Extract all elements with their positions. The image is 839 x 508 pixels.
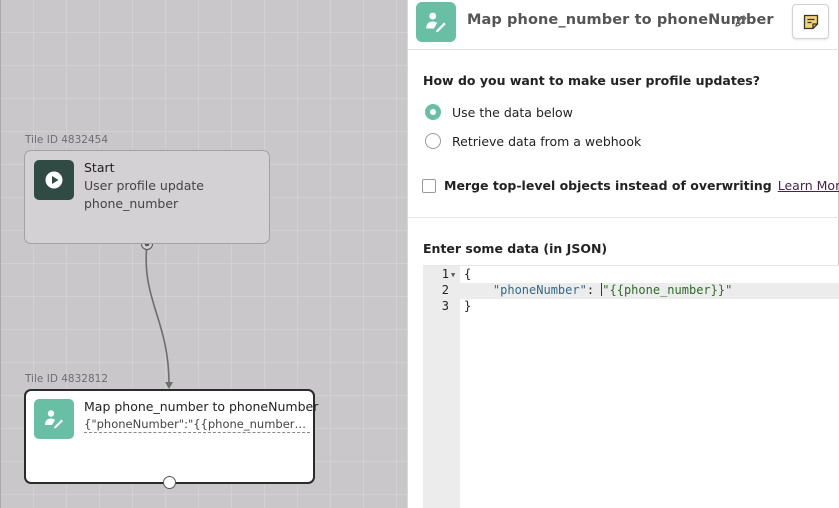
start-tile-attribute: phone_number [84,196,179,211]
map-tile[interactable]: Map phone_number to phoneNumber {"phoneN… [24,389,319,484]
notes-button[interactable] [792,4,829,39]
radio-button[interactable] [425,133,441,149]
code-text: { [464,267,472,281]
code-line-active[interactable]: 2 "phoneNumber": "{{phone_number}}" [423,283,839,299]
json-colon: : [586,283,602,297]
merge-checkbox-label[interactable]: Merge top-level objects instead of overw… [444,178,772,193]
json-code-editor[interactable]: 1 ▼ { 2 "phoneNumber": "{{phone_number}}… [423,265,839,508]
play-icon [34,160,74,200]
section-divider [408,217,839,218]
user-edit-icon [416,2,456,42]
merge-option-row: Merge top-level objects instead of overw… [422,178,839,193]
user-edit-icon [34,399,74,439]
merge-checkbox[interactable] [422,178,436,193]
panel-title[interactable]: Map phone_number to phoneNumber [467,12,774,28]
code-line[interactable]: 1 ▼ { [423,267,839,283]
radio-retrieve-webhook[interactable]: Retrieve data from a webhook [425,133,641,149]
update-method-question: How do you want to make user profile upd… [423,73,760,88]
radio-label: Use the data below [452,104,573,120]
radio-label: Retrieve data from a webhook [452,133,642,149]
workflow-canvas[interactable]: Tile ID 4832454 Start User profile updat… [0,0,407,508]
line-number: 2 [441,283,449,297]
connector-arrowhead [165,382,173,389]
start-tile-title: Start [84,160,115,175]
radio-button-selected[interactable] [425,104,441,120]
pencil-icon[interactable] [733,13,749,29]
map-tile-preview: {"phoneNumber":"{{phone_number}}"} [84,417,310,433]
learn-more-link[interactable]: Learn More [778,178,839,193]
connector-line [145,243,170,385]
fold-arrow-icon[interactable]: ▼ [451,271,455,279]
radio-use-data-below[interactable]: Use the data below [425,104,573,120]
code-text: "phoneNumber": "{{phone_number}}" [464,283,732,297]
properties-panel: Map phone_number to phoneNumber How do y… [407,0,839,508]
code-line[interactable]: 3 } [423,299,839,315]
map-tile-title: Map phone_number to phoneNumber [84,399,319,414]
json-editor-label: Enter some data (in JSON) [423,241,608,256]
map-tile-output-port[interactable] [163,476,176,489]
start-tile[interactable]: Start User profile update phone_number [24,150,270,244]
line-number: 1 [441,267,449,281]
panel-header: Map phone_number to phoneNumber [408,0,839,50]
json-key: "phoneNumber" [492,283,587,297]
json-value: "{{phone_number}}" [602,283,733,297]
tile-id-label: Tile ID 4832454 [25,134,109,146]
code-text: } [464,299,472,313]
start-tile-subtitle: User profile update [84,178,204,193]
sticky-note-icon [803,14,818,29]
line-number: 3 [441,299,449,313]
tile-id-label: Tile ID 4832812 [25,373,109,385]
